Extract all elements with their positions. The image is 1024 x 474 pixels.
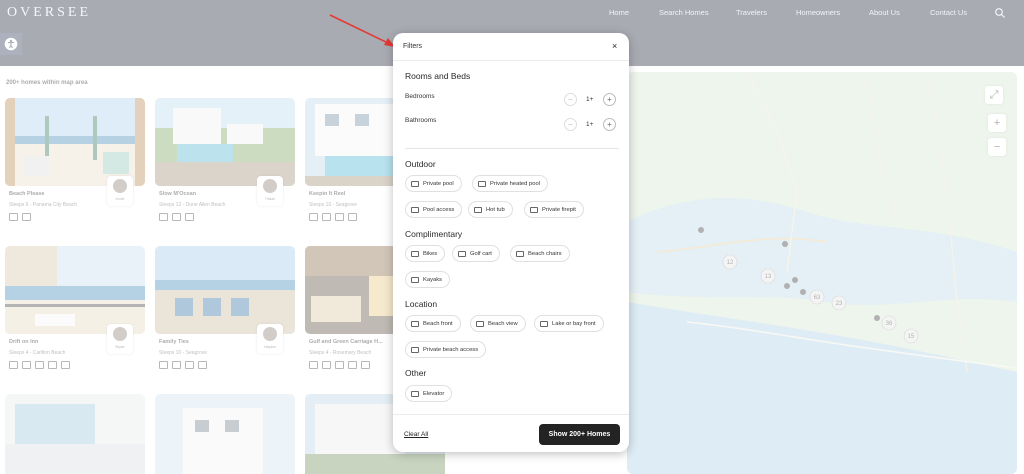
bathrooms-increment-button[interactable]: + <box>603 118 616 131</box>
beach-front-icon <box>411 320 419 327</box>
close-icon[interactable]: × <box>612 41 617 51</box>
chip-bikes[interactable]: Bikes <box>405 245 446 262</box>
pool-access-icon <box>411 206 419 213</box>
chip-lake-or-bay-front[interactable]: Lake or bay front <box>534 315 604 332</box>
chip-beach-front[interactable]: Beach front <box>405 315 461 332</box>
outdoor-section-title: Outdoor <box>405 159 436 169</box>
chip-private-firepit[interactable]: Private firepit <box>524 201 584 218</box>
filters-header: Filters × <box>393 33 629 61</box>
bathrooms-decrement-button[interactable]: − <box>564 118 577 131</box>
beach-chair-icon <box>516 250 524 257</box>
hot-tub-icon <box>474 206 482 213</box>
rooms-section-title: Rooms and Beds <box>405 71 471 81</box>
chip-hot-tub[interactable]: Hot tub <box>468 201 513 218</box>
clear-all-link[interactable]: Clear All <box>404 431 428 438</box>
chip-private-beach-access[interactable]: Private beach access <box>405 341 487 358</box>
bathrooms-value: 1+ <box>586 121 594 128</box>
chip-private-heated-pool[interactable]: Private heated pool <box>472 175 548 192</box>
filters-title: Filters <box>403 43 423 50</box>
filters-footer: Clear All Show 200+ Homes <box>393 414 629 452</box>
location-section-title: Location <box>405 299 438 309</box>
chip-golf-cart[interactable]: Golf cart <box>452 245 500 262</box>
bedrooms-value: 1+ <box>586 96 594 103</box>
firepit-icon <box>530 206 538 213</box>
other-section-title: Other <box>405 368 427 378</box>
bedrooms-label: Bedrooms <box>405 93 435 100</box>
chip-pool-access[interactable]: Pool access <box>405 201 463 218</box>
divider <box>405 148 619 149</box>
chip-elevator[interactable]: Elevator <box>405 385 453 402</box>
chip-beach-chairs[interactable]: Beach chairs <box>510 245 570 262</box>
beach-view-icon <box>476 320 484 327</box>
chip-beach-view[interactable]: Beach view <box>470 315 526 332</box>
chip-private-pool[interactable]: Private pool <box>405 175 462 192</box>
bathrooms-label: Bathrooms <box>405 117 437 124</box>
heated-pool-icon <box>478 180 486 187</box>
pool-icon <box>411 180 419 187</box>
filters-modal: Filters × Rooms and Beds Bedrooms − 1+ +… <box>393 33 629 452</box>
complimentary-section-title: Complimentary <box>405 229 463 239</box>
beach-access-icon <box>411 346 419 353</box>
golf-cart-icon <box>458 250 466 257</box>
elevator-icon <box>411 390 419 397</box>
lake-icon <box>540 320 548 327</box>
bike-icon <box>411 250 419 257</box>
kayak-icon <box>411 276 419 283</box>
chip-kayaks[interactable]: Kayaks <box>405 271 451 288</box>
bedrooms-decrement-button[interactable]: − <box>564 93 577 106</box>
show-homes-button[interactable]: Show 200+ Homes <box>539 424 620 445</box>
bedrooms-increment-button[interactable]: + <box>603 93 616 106</box>
